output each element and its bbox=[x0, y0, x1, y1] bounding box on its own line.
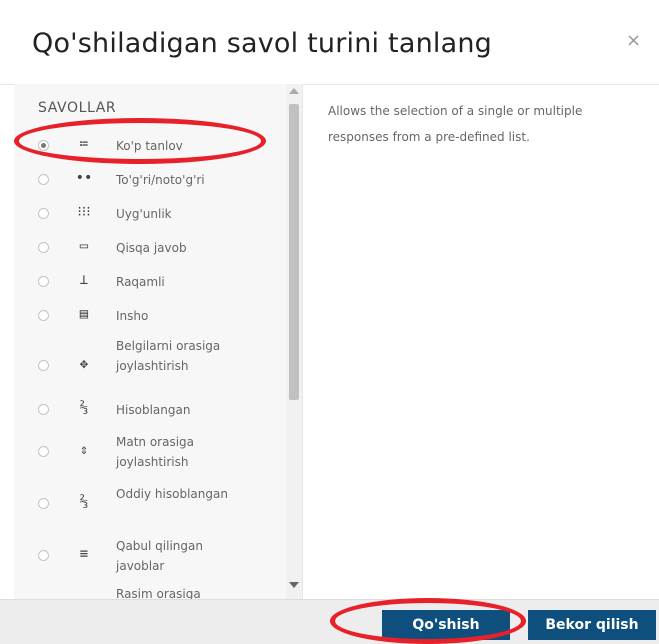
multichoice-icon: ≔ bbox=[79, 136, 89, 152]
drag-drop-icon: ✥ bbox=[79, 356, 89, 372]
option-ddimageortext[interactable]: Rasim orasiga bbox=[14, 584, 282, 599]
shortanswer-icon: ▭ bbox=[79, 238, 89, 254]
option-multichoice[interactable]: ≔ Ko'p tanlov bbox=[14, 134, 282, 158]
radio-gapselect[interactable] bbox=[38, 446, 49, 457]
scroll-thumb[interactable] bbox=[289, 104, 299, 400]
option-label: Rasim orasiga bbox=[116, 587, 201, 599]
dialog-title: Qo'shiladigan savol turini tanlang bbox=[32, 28, 492, 59]
option-truefalse[interactable]: •• To'g'ri/noto'g'ri bbox=[14, 168, 282, 192]
scroll-up-icon[interactable] bbox=[289, 88, 299, 94]
scroll-down-icon[interactable] bbox=[289, 582, 299, 588]
option-label: Raqamli bbox=[116, 275, 165, 289]
dialog-header: Qo'shiladigan savol turini tanlang × bbox=[0, 0, 659, 85]
option-label: Qabul qilingan javoblar bbox=[116, 539, 203, 573]
option-label: Ko'p tanlov bbox=[116, 139, 183, 153]
match-icon: ⁝⁝⁝ bbox=[77, 204, 91, 220]
question-type-description: Allows the selection of a single or mult… bbox=[328, 104, 583, 144]
radio-essay[interactable] bbox=[38, 310, 49, 321]
option-multianswer[interactable]: ≡ Qabul qilingan javoblar bbox=[14, 534, 282, 578]
options-scrollbar[interactable] bbox=[286, 84, 302, 599]
option-numerical[interactable]: ⊥ Raqamli bbox=[14, 270, 282, 294]
gapselect-icon: ⇕ bbox=[79, 442, 89, 458]
multianswer-icon: ≡ bbox=[79, 546, 89, 562]
question-type-dialog: Qo'shiladigan savol turini tanlang × SAV… bbox=[0, 0, 659, 644]
dialog-footer: Qo'shish Bekor qilish bbox=[0, 599, 659, 644]
radio-multianswer[interactable] bbox=[38, 550, 49, 561]
add-button[interactable]: Qo'shish bbox=[382, 610, 510, 640]
cancel-button[interactable]: Bekor qilish bbox=[528, 610, 656, 640]
calculatedsimple-icon: ⅔ bbox=[79, 494, 89, 510]
option-label: Oddiy hisoblangan bbox=[116, 487, 228, 501]
option-match[interactable]: ⁝⁝⁝ Uyg'unlik bbox=[14, 202, 282, 226]
option-label: Uyg'unlik bbox=[116, 207, 172, 221]
section-label: SAVOLLAR bbox=[38, 100, 117, 116]
option-label: Hisoblangan bbox=[116, 403, 191, 417]
close-icon[interactable]: × bbox=[626, 30, 641, 51]
calculated-icon: ⅔ bbox=[79, 400, 89, 416]
radio-match[interactable] bbox=[38, 208, 49, 219]
option-label: Qisqa javob bbox=[116, 241, 187, 255]
radio-multichoice[interactable] bbox=[38, 140, 49, 151]
radio-shortanswer[interactable] bbox=[38, 242, 49, 253]
option-calculated[interactable]: ⅔ Hisoblangan bbox=[14, 398, 282, 422]
option-label: To'g'ri/noto'g'ri bbox=[116, 173, 205, 187]
option-shortanswer[interactable]: ▭ Qisqa javob bbox=[14, 236, 282, 260]
truefalse-icon: •• bbox=[75, 170, 93, 186]
option-label: Insho bbox=[116, 309, 149, 323]
radio-calculatedsimple[interactable] bbox=[38, 498, 49, 509]
radio-numerical[interactable] bbox=[38, 276, 49, 287]
option-calculatedsimple[interactable]: ⅔ Oddiy hisoblangan bbox=[14, 482, 282, 526]
question-type-list: SAVOLLAR ≔ Ko'p tanlov •• To'g'ri/noto'g… bbox=[14, 84, 303, 599]
numerical-icon: ⊥ bbox=[79, 272, 89, 288]
option-ddwtos[interactable]: ✥ Belgilarni orasiga joylashtirish bbox=[14, 334, 282, 398]
essay-icon: ▤ bbox=[79, 306, 89, 322]
option-label: Matn orasiga joylashtirish bbox=[116, 435, 195, 469]
radio-truefalse[interactable] bbox=[38, 174, 49, 185]
option-gapselect[interactable]: ⇕ Matn orasiga joylashtirish bbox=[14, 430, 282, 474]
option-essay[interactable]: ▤ Insho bbox=[14, 304, 282, 328]
option-label: Belgilarni orasiga joylashtirish bbox=[116, 339, 221, 373]
radio-calculated[interactable] bbox=[38, 404, 49, 415]
radio-ddwtos[interactable] bbox=[38, 360, 49, 371]
